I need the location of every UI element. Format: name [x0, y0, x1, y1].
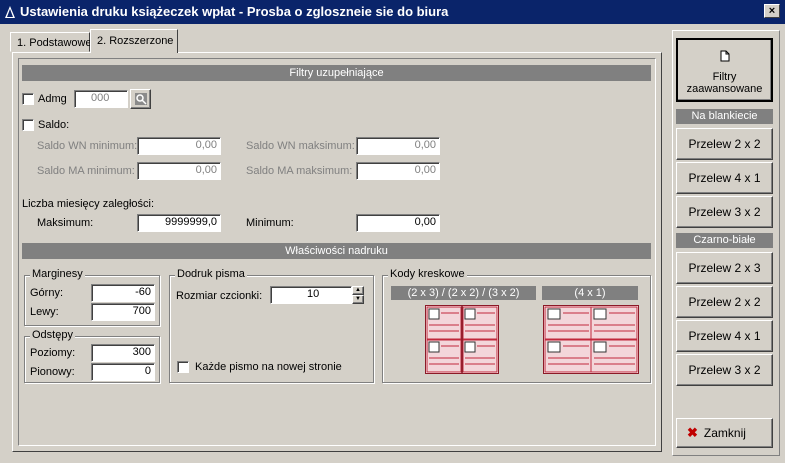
advanced-filters-label-line1: Filtry	[712, 71, 737, 83]
bw-transfer-2x2-label: Przelew 2 x 2	[688, 295, 761, 309]
saldo-ma-max-input[interactable]: 0,00	[356, 162, 440, 180]
font-size-down-button[interactable]: ▼	[352, 295, 364, 304]
blank-transfer-2x2-button[interactable]: Przelew 2 x 2	[676, 128, 773, 160]
font-size-label: Rozmiar czcionki:	[176, 290, 263, 302]
admg-checkbox[interactable]	[22, 93, 34, 105]
tab-extended-label: 2. Rozszerzone	[97, 35, 174, 47]
bw-transfer-3x2-label: Przelew 3 x 2	[688, 363, 761, 377]
tab-extended[interactable]: 2. Rozszerzone	[90, 29, 178, 53]
bw-transfer-4x1-button[interactable]: Przelew 4 x 1	[676, 320, 773, 352]
title-bar: Ustawienia druku książeczek wpłat - Pros…	[0, 0, 785, 24]
barcode-layout-a-image[interactable]	[425, 305, 499, 374]
each-letter-new-page-checkbox[interactable]	[177, 361, 189, 373]
app-icon	[5, 6, 15, 18]
close-button[interactable]: ✖ Zamknij	[676, 418, 773, 448]
letter-print-title: Dodruk pisma	[175, 268, 247, 280]
search-icon	[134, 93, 147, 105]
margins-title: Marginesy	[30, 268, 85, 280]
admg-lookup-button[interactable]	[130, 89, 151, 109]
min-months-input[interactable]: 0,00	[356, 214, 440, 232]
close-button-label: Zamknij	[703, 426, 746, 440]
chevron-down-icon: ▼	[355, 296, 361, 302]
advanced-filters-label-line2: zaawansowane	[686, 83, 763, 95]
font-size-up-button[interactable]: ▲	[352, 286, 364, 295]
close-window-button[interactable]: ×	[764, 4, 780, 18]
barcode-layout-b-image[interactable]	[543, 305, 639, 374]
left-margin-input[interactable]: 700	[91, 303, 155, 321]
barcodes-title: Kody kreskowe	[388, 268, 467, 280]
admg-input[interactable]: 000	[74, 90, 128, 108]
blank-transfer-3x2-label: Przelew 3 x 2	[688, 205, 761, 219]
blank-transfer-4x1-button[interactable]: Przelew 4 x 1	[676, 162, 773, 194]
saldo-label: Saldo:	[38, 119, 70, 131]
close-x-icon: ✖	[687, 425, 698, 440]
max-months-input[interactable]: 9999999,0	[137, 214, 221, 232]
blank-transfer-2x2-label: Przelew 2 x 2	[688, 137, 761, 151]
bw-transfer-2x3-button[interactable]: Przelew 2 x 3	[676, 252, 773, 284]
saldo-wn-min-input[interactable]: 0,00	[137, 137, 221, 155]
barcode-layout-b-header: (4 x 1)	[542, 286, 638, 300]
left-margin-label: Lewy:	[30, 306, 59, 318]
saldo-ma-min-input[interactable]: 0,00	[137, 162, 221, 180]
print-properties-header: Właściwości nadruku	[22, 243, 651, 259]
each-letter-new-page-label: Każde pismo na nowej stronie	[195, 361, 342, 373]
admg-label: Admg	[38, 93, 67, 105]
top-margin-input[interactable]: -60	[91, 284, 155, 302]
horizontal-spacing-input[interactable]: 300	[91, 344, 155, 362]
saldo-wn-max-label: Saldo WN maksimum:	[246, 140, 355, 152]
saldo-wn-min-label: Saldo WN minimum:	[37, 140, 138, 152]
font-size-input[interactable]: 10	[270, 286, 352, 304]
chevron-up-icon: ▲	[355, 287, 361, 293]
saldo-ma-min-label: Saldo MA minimum:	[37, 165, 135, 177]
vertical-spacing-input[interactable]: 0	[91, 363, 155, 381]
tab-basic[interactable]: 1. Podstawowe	[10, 32, 92, 52]
saldo-wn-max-input[interactable]: 0,00	[356, 137, 440, 155]
bw-transfer-3x2-button[interactable]: Przelew 3 x 2	[676, 354, 773, 386]
bw-transfer-2x3-label: Przelew 2 x 3	[688, 261, 761, 275]
bw-section-label: Czarno-białe	[676, 233, 773, 248]
saldo-ma-max-label: Saldo MA maksimum:	[246, 165, 353, 177]
months-overdue-label: Liczba miesięcy zaległości:	[22, 198, 155, 210]
max-label: Maksimum:	[37, 217, 94, 229]
horizontal-spacing-label: Poziomy:	[30, 347, 76, 359]
advanced-filters-button[interactable]: Filtry zaawansowane	[676, 38, 773, 102]
tab-basic-label: 1. Podstawowe	[17, 37, 92, 49]
top-margin-label: Górny:	[30, 287, 64, 299]
document-icon	[720, 50, 729, 62]
vertical-spacing-label: Pionowy:	[30, 366, 75, 378]
blank-transfer-4x1-label: Przelew 4 x 1	[688, 171, 761, 185]
blank-transfer-3x2-button[interactable]: Przelew 3 x 2	[676, 196, 773, 228]
close-icon: ×	[768, 5, 776, 17]
spacing-title: Odstępy	[30, 329, 75, 341]
bw-transfer-4x1-label: Przelew 4 x 1	[688, 329, 761, 343]
filters-header: Filtry uzupełniające	[22, 65, 651, 81]
min-label: Minimum:	[246, 217, 294, 229]
blank-section-label: Na blankiecie	[676, 109, 773, 124]
saldo-checkbox[interactable]	[22, 119, 34, 131]
barcode-layout-a-header: (2 x 3) / (2 x 2) / (3 x 2)	[391, 286, 536, 300]
window-title: Ustawienia druku książeczek wpłat - Pros…	[20, 4, 449, 19]
bw-transfer-2x2-button[interactable]: Przelew 2 x 2	[676, 286, 773, 318]
